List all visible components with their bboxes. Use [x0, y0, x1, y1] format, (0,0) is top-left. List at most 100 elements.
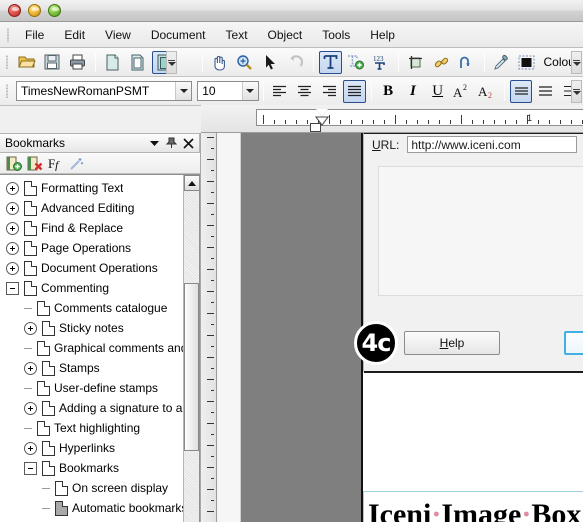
toolbar-overflow-button[interactable]	[166, 50, 177, 74]
align-right-icon[interactable]	[318, 80, 341, 103]
url-input[interactable]: http://www.iceni.com	[407, 136, 578, 153]
superscript-icon[interactable]: A2	[451, 80, 474, 103]
open-folder-icon[interactable]	[15, 51, 39, 74]
text-order-icon[interactable]: 123	[370, 51, 394, 74]
align-left-icon[interactable]	[269, 80, 292, 103]
bookmark-node[interactable]: Text highlighting	[0, 418, 183, 438]
bookmark-node[interactable]: User-define stamps	[0, 378, 183, 398]
bookmark-node[interactable]: Stamps	[0, 358, 183, 378]
bookmark-node[interactable]: Advanced Editing	[0, 198, 183, 218]
bookmark-node[interactable]: On screen display	[0, 478, 183, 498]
hand-tool-icon[interactable]	[208, 51, 232, 74]
formatbar-overflow-button[interactable]	[571, 79, 582, 103]
collapse-toggle-icon[interactable]	[6, 281, 19, 295]
left-indent-marker[interactable]	[310, 123, 321, 132]
ok-button[interactable]: O	[564, 331, 583, 355]
bookmark-page-icon	[37, 420, 50, 436]
magic-wand-icon[interactable]	[68, 154, 86, 172]
bookmark-node[interactable]: Bookmarks	[0, 458, 183, 478]
font-family-dropdown-icon[interactable]	[175, 82, 192, 100]
bookmark-node[interactable]: Adding a signature to a pa	[0, 398, 183, 418]
scrollbar-thumb[interactable]	[184, 283, 199, 451]
bookmark-node[interactable]: Commenting	[0, 278, 183, 298]
bookmark-node[interactable]: Formatting Text	[0, 178, 183, 198]
bold-icon[interactable]: B	[377, 80, 400, 103]
bookmarks-tree[interactable]: Formatting Text Advanced Editing Find & Re…	[0, 174, 200, 522]
first-line-indent-marker[interactable]	[315, 109, 329, 126]
url-dialog[interactable]: UURL:RL: http://www.iceni.com 4c Help O	[354, 133, 583, 373]
menu-edit[interactable]: Edit	[54, 25, 95, 45]
menu-object[interactable]: Object	[258, 25, 313, 45]
expand-toggle-icon[interactable]	[6, 241, 19, 255]
horizontal-ruler[interactable]: 1	[201, 105, 583, 133]
menu-grip[interactable]	[4, 26, 13, 44]
heading-text-box[interactable]: Iceni·Image·Box	[363, 491, 583, 522]
add-bookmark-icon[interactable]	[5, 154, 23, 172]
expand-toggle-icon[interactable]	[24, 441, 37, 455]
crop-icon[interactable]	[404, 51, 428, 74]
expand-toggle-icon[interactable]	[6, 201, 19, 215]
bookmark-font-icon[interactable]: Ff	[47, 154, 65, 172]
zoom-tool-icon[interactable]	[233, 51, 257, 74]
window-zoom-button[interactable]	[48, 4, 61, 17]
bookmark-node[interactable]: Page Operations	[0, 238, 183, 258]
toolbar-overflow-button-2[interactable]	[571, 50, 582, 74]
eyedropper-icon[interactable]	[490, 51, 514, 74]
page-single-icon[interactable]	[101, 51, 125, 74]
menu-tools[interactable]: Tools	[312, 25, 360, 45]
ruler-tick	[211, 192, 214, 193]
delete-bookmark-icon[interactable]	[26, 154, 44, 172]
chevron-down-icon[interactable]	[146, 135, 162, 151]
close-icon[interactable]	[180, 135, 196, 151]
page-facing-icon[interactable]	[126, 51, 150, 74]
line-spacing-single-icon[interactable]	[509, 79, 533, 103]
toolbar-grip[interactable]	[3, 53, 12, 71]
bookmark-node[interactable]: Document Operations	[0, 258, 183, 278]
italic-icon[interactable]: I	[402, 80, 425, 103]
collapse-toggle-icon[interactable]	[24, 461, 37, 475]
menu-document[interactable]: Document	[141, 25, 216, 45]
save-icon[interactable]	[41, 51, 65, 74]
bookmark-node[interactable]: Comments catalogue	[0, 298, 183, 318]
menu-file[interactable]: File	[15, 25, 54, 45]
colour-swatch-icon[interactable]	[515, 51, 539, 74]
subscript-icon[interactable]: A2	[476, 80, 499, 103]
window-minimize-button[interactable]	[28, 4, 41, 17]
expand-toggle-icon[interactable]	[24, 361, 37, 375]
print-icon[interactable]	[66, 51, 90, 74]
undo-icon[interactable]	[284, 51, 308, 74]
menu-help[interactable]: Help	[360, 25, 405, 45]
expand-toggle-icon[interactable]	[6, 181, 19, 195]
expand-toggle-icon[interactable]	[6, 221, 19, 235]
pin-icon[interactable]	[163, 135, 179, 151]
help-button[interactable]: Help	[404, 331, 500, 355]
bookmark-node[interactable]: Sticky notes	[0, 318, 183, 338]
menu-view[interactable]: View	[95, 25, 141, 45]
expand-toggle-icon[interactable]	[24, 321, 37, 335]
expand-toggle-icon[interactable]	[6, 261, 19, 275]
window-close-button[interactable]	[8, 4, 21, 17]
underline-icon[interactable]: U	[426, 80, 449, 103]
font-family-combo[interactable]: TimesNewRomanPSMT	[16, 81, 193, 101]
menu-text[interactable]: Text	[216, 25, 258, 45]
link-icon[interactable]	[430, 51, 454, 74]
curve-icon[interactable]	[455, 51, 479, 74]
bookmark-node[interactable]: Find & Replace	[0, 218, 183, 238]
document-canvas[interactable]: UURL:RL: http://www.iceni.com 4c Help O …	[218, 133, 583, 522]
font-size-dropdown-icon[interactable]	[241, 82, 258, 100]
scroll-up-button[interactable]	[184, 175, 199, 191]
select-arrow-icon[interactable]	[259, 51, 283, 74]
vertical-ruler[interactable]	[201, 133, 217, 522]
formatbar-grip[interactable]	[3, 82, 12, 100]
add-text-icon[interactable]	[344, 51, 368, 74]
bookmark-node[interactable]: Graphical comments and n	[0, 338, 183, 358]
line-spacing-15-icon[interactable]	[534, 80, 557, 103]
expand-toggle-icon[interactable]	[24, 401, 37, 415]
bookmarks-scrollbar[interactable]	[183, 175, 199, 522]
text-tool-icon[interactable]	[318, 50, 342, 74]
bookmark-node[interactable]: Hyperlinks	[0, 438, 183, 458]
font-size-combo[interactable]: 10	[197, 81, 259, 101]
bookmark-node[interactable]: Automatic bookmarks	[0, 498, 183, 518]
align-justify-icon[interactable]	[342, 79, 366, 103]
align-center-icon[interactable]	[293, 80, 316, 103]
